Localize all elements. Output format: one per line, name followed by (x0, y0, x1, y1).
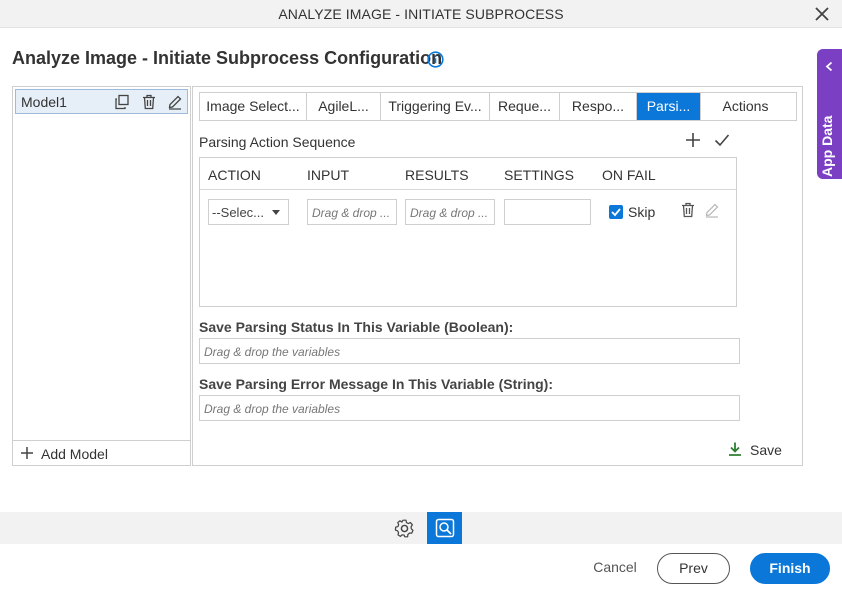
header-divider (200, 189, 736, 190)
window-title: ANALYZE IMAGE - INITIATE SUBPROCESS (278, 6, 564, 22)
tab-agilel[interactable]: AgileL... (307, 93, 381, 120)
error-variable-field[interactable]: Drag & drop the variables (199, 395, 740, 421)
page-title: Analyze Image - Initiate Subprocess Conf… (12, 48, 443, 68)
edit-row-icon[interactable] (704, 202, 720, 218)
analyze-image-tool-button[interactable] (427, 512, 462, 544)
copy-icon[interactable] (114, 94, 130, 110)
tab-parsing[interactable]: Parsi... (637, 93, 701, 120)
app-data-tab[interactable]: App Data (817, 49, 842, 179)
image-analyze-icon (435, 518, 455, 538)
tab-response[interactable]: Respo... (560, 93, 637, 120)
status-variable-label: Save Parsing Status In This Variable (Bo… (199, 319, 514, 335)
status-variable-field[interactable]: Drag & drop the variables (199, 338, 740, 364)
title-bar: ANALYZE IMAGE - INITIATE SUBPROCESS (0, 0, 842, 28)
parsing-action-grid: ACTION INPUT RESULTS SETTINGS ON FAIL --… (199, 157, 737, 307)
close-icon[interactable] (812, 4, 832, 24)
trash-icon[interactable] (141, 94, 157, 110)
add-model-label: Add Model (41, 446, 108, 462)
chevron-left-icon (825, 61, 833, 72)
tab-bar: Image Select... AgileL... Triggering Ev.… (199, 92, 797, 121)
info-icon[interactable] (427, 51, 444, 68)
results-drop-field[interactable]: Drag & drop ... (405, 199, 495, 225)
error-variable-label: Save Parsing Error Message In This Varia… (199, 376, 554, 392)
settings-field[interactable] (504, 199, 591, 225)
action-select[interactable]: --Selec... (208, 199, 289, 225)
skip-label: Skip (628, 204, 656, 220)
app-data-label: App Data (819, 115, 835, 177)
prev-button[interactable]: Prev (657, 553, 730, 584)
delete-row-icon[interactable] (680, 202, 696, 218)
config-panel: Image Select... AgileL... Triggering Ev.… (192, 86, 803, 466)
cancel-button[interactable]: Cancel (580, 553, 650, 584)
model-name: Model1 (21, 94, 67, 110)
column-header-action: ACTION (208, 167, 261, 183)
section-title: Parsing Action Sequence (199, 134, 356, 150)
dropdown-arrow-icon (272, 210, 280, 215)
tab-request[interactable]: Reque... (490, 93, 560, 120)
download-icon (729, 442, 741, 456)
skip-checkbox[interactable] (609, 205, 623, 219)
check-icon[interactable] (713, 131, 731, 149)
add-row-icon[interactable] (684, 131, 702, 149)
column-header-on-fail: ON FAIL (602, 167, 656, 183)
finish-button[interactable]: Finish (750, 553, 830, 584)
edit-icon[interactable] (167, 94, 183, 110)
input-drop-field[interactable]: Drag & drop ... (307, 199, 397, 225)
column-header-input: INPUT (307, 167, 349, 183)
bottom-toolbar (0, 512, 842, 544)
save-label: Save (750, 442, 782, 458)
action-select-value: --Selec... (212, 205, 265, 220)
column-header-results: RESULTS (405, 167, 469, 183)
model-list: Model1 Add Model (12, 86, 191, 466)
column-header-settings: SETTINGS (504, 167, 575, 183)
gear-icon[interactable] (394, 518, 415, 539)
plus-icon (21, 447, 33, 459)
tab-image-select[interactable]: Image Select... (200, 93, 307, 120)
add-model-button[interactable]: Add Model (13, 440, 190, 465)
tab-triggering-events[interactable]: Triggering Ev... (381, 93, 490, 120)
tab-actions[interactable]: Actions (701, 93, 790, 120)
model-item[interactable]: Model1 (15, 89, 188, 114)
